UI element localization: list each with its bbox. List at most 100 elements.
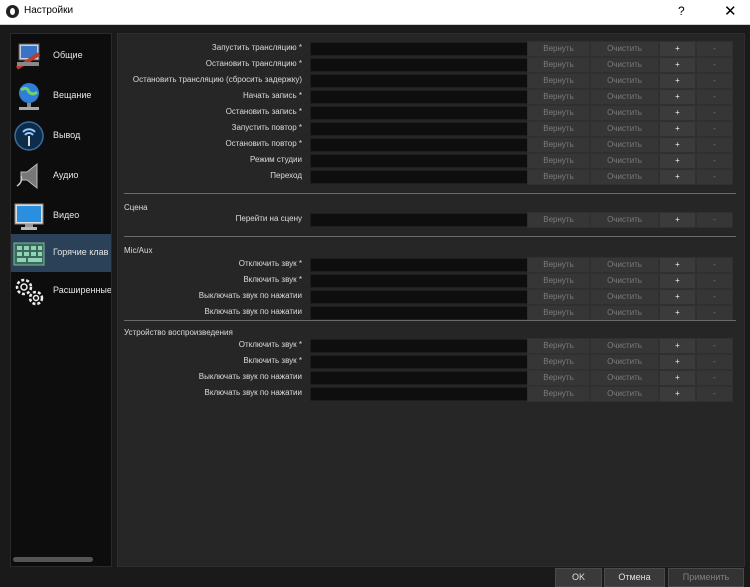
revert-button[interactable]: Вернуть: [527, 57, 590, 73]
revert-button[interactable]: Вернуть: [527, 169, 590, 185]
add-hotkey-button[interactable]: +: [659, 289, 696, 305]
add-hotkey-button[interactable]: +: [659, 73, 696, 89]
help-button[interactable]: ?: [678, 4, 685, 18]
close-button[interactable]: ✕: [724, 2, 737, 20]
remove-hotkey-button[interactable]: -: [696, 386, 733, 402]
hotkey-input[interactable]: [310, 170, 528, 184]
clear-button[interactable]: Очистить: [590, 137, 659, 153]
add-hotkey-button[interactable]: +: [659, 354, 696, 370]
hotkey-input[interactable]: [310, 213, 528, 227]
remove-hotkey-button[interactable]: -: [696, 212, 733, 228]
hotkey-input[interactable]: [310, 138, 528, 152]
clear-button[interactable]: Очистить: [590, 121, 659, 137]
hotkey-input[interactable]: [310, 274, 528, 288]
remove-hotkey-button[interactable]: -: [696, 338, 733, 354]
hotkey-input[interactable]: [310, 42, 528, 56]
remove-hotkey-button[interactable]: -: [696, 257, 733, 273]
revert-button[interactable]: Вернуть: [527, 105, 590, 121]
hotkey-input[interactable]: [310, 371, 528, 385]
clear-button[interactable]: Очистить: [590, 370, 659, 386]
clear-button[interactable]: Очистить: [590, 212, 659, 228]
sidebar-item-broadcast[interactable]: Вещание: [11, 77, 111, 115]
revert-button[interactable]: Вернуть: [527, 370, 590, 386]
sidebar-item-audio[interactable]: Аудио: [11, 157, 111, 195]
clear-button[interactable]: Очистить: [590, 41, 659, 57]
add-hotkey-button[interactable]: +: [659, 370, 696, 386]
hotkey-input[interactable]: [310, 90, 528, 104]
remove-hotkey-button[interactable]: -: [696, 305, 733, 321]
revert-button[interactable]: Вернуть: [527, 73, 590, 89]
add-hotkey-button[interactable]: +: [659, 41, 696, 57]
clear-button[interactable]: Очистить: [590, 354, 659, 370]
remove-hotkey-button[interactable]: -: [696, 41, 733, 57]
clear-button[interactable]: Очистить: [590, 273, 659, 289]
add-hotkey-button[interactable]: +: [659, 338, 696, 354]
hotkey-input[interactable]: [310, 339, 528, 353]
revert-button[interactable]: Вернуть: [527, 289, 590, 305]
clear-button[interactable]: Очистить: [590, 105, 659, 121]
clear-button[interactable]: Очистить: [590, 386, 659, 402]
add-hotkey-button[interactable]: +: [659, 169, 696, 185]
hotkey-input[interactable]: [310, 122, 528, 136]
apply-button[interactable]: Применить: [668, 568, 744, 587]
remove-hotkey-button[interactable]: -: [696, 169, 733, 185]
sidebar-item-hotkeys[interactable]: Горячие клав: [11, 234, 111, 272]
hotkey-input[interactable]: [310, 106, 528, 120]
add-hotkey-button[interactable]: +: [659, 153, 696, 169]
revert-button[interactable]: Вернуть: [527, 354, 590, 370]
sidebar-item-advanced[interactable]: Расширенные: [11, 272, 111, 310]
add-hotkey-button[interactable]: +: [659, 89, 696, 105]
add-hotkey-button[interactable]: +: [659, 257, 696, 273]
clear-button[interactable]: Очистить: [590, 338, 659, 354]
sidebar-item-video[interactable]: Видео: [11, 197, 111, 235]
hotkey-input[interactable]: [310, 258, 528, 272]
revert-button[interactable]: Вернуть: [527, 137, 590, 153]
hotkey-input[interactable]: [310, 74, 528, 88]
clear-button[interactable]: Очистить: [590, 257, 659, 273]
hotkey-input[interactable]: [310, 58, 528, 72]
add-hotkey-button[interactable]: +: [659, 305, 696, 321]
revert-button[interactable]: Вернуть: [527, 121, 590, 137]
clear-button[interactable]: Очистить: [590, 169, 659, 185]
remove-hotkey-button[interactable]: -: [696, 153, 733, 169]
revert-button[interactable]: Вернуть: [527, 212, 590, 228]
remove-hotkey-button[interactable]: -: [696, 289, 733, 305]
remove-hotkey-button[interactable]: -: [696, 105, 733, 121]
clear-button[interactable]: Очистить: [590, 89, 659, 105]
add-hotkey-button[interactable]: +: [659, 212, 696, 228]
add-hotkey-button[interactable]: +: [659, 137, 696, 153]
revert-button[interactable]: Вернуть: [527, 338, 590, 354]
cancel-button[interactable]: Отмена: [604, 568, 665, 587]
sidebar-item-output[interactable]: Вывод: [11, 117, 111, 155]
remove-hotkey-button[interactable]: -: [696, 273, 733, 289]
remove-hotkey-button[interactable]: -: [696, 121, 733, 137]
hotkey-input[interactable]: [310, 355, 528, 369]
revert-button[interactable]: Вернуть: [527, 153, 590, 169]
hotkey-input[interactable]: [310, 290, 528, 304]
revert-button[interactable]: Вернуть: [527, 257, 590, 273]
remove-hotkey-button[interactable]: -: [696, 370, 733, 386]
revert-button[interactable]: Вернуть: [527, 305, 590, 321]
revert-button[interactable]: Вернуть: [527, 89, 590, 105]
remove-hotkey-button[interactable]: -: [696, 57, 733, 73]
hotkey-input[interactable]: [310, 154, 528, 168]
clear-button[interactable]: Очистить: [590, 289, 659, 305]
remove-hotkey-button[interactable]: -: [696, 137, 733, 153]
add-hotkey-button[interactable]: +: [659, 121, 696, 137]
revert-button[interactable]: Вернуть: [527, 386, 590, 402]
sidebar-item-general[interactable]: Общие: [11, 37, 111, 75]
hotkey-input[interactable]: [310, 387, 528, 401]
add-hotkey-button[interactable]: +: [659, 57, 696, 73]
ok-button[interactable]: OK: [555, 568, 602, 587]
clear-button[interactable]: Очистить: [590, 153, 659, 169]
revert-button[interactable]: Вернуть: [527, 273, 590, 289]
revert-button[interactable]: Вернуть: [527, 41, 590, 57]
remove-hotkey-button[interactable]: -: [696, 73, 733, 89]
clear-button[interactable]: Очистить: [590, 57, 659, 73]
remove-hotkey-button[interactable]: -: [696, 89, 733, 105]
remove-hotkey-button[interactable]: -: [696, 354, 733, 370]
sidebar-horizontal-scrollbar[interactable]: [13, 557, 93, 562]
add-hotkey-button[interactable]: +: [659, 386, 696, 402]
clear-button[interactable]: Очистить: [590, 305, 659, 321]
clear-button[interactable]: Очистить: [590, 73, 659, 89]
